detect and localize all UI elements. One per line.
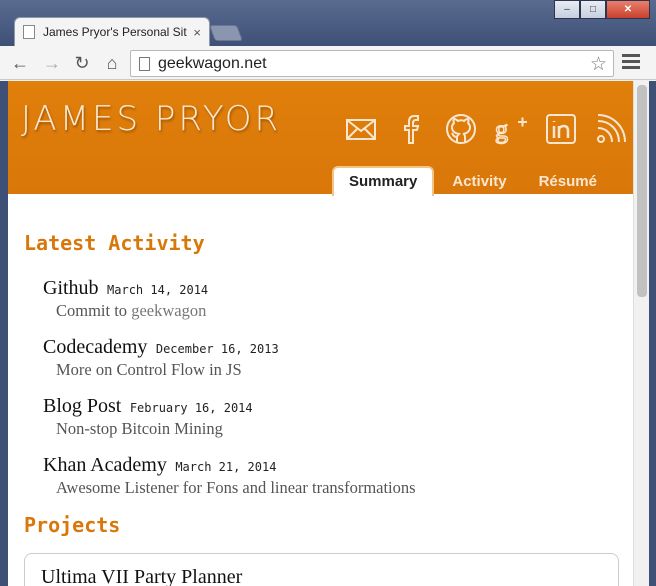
scrollbar-thumb[interactable] bbox=[637, 85, 647, 297]
site-nav-tabs: Summary Activity Résumé bbox=[332, 166, 613, 196]
activity-date: March 21, 2014 bbox=[175, 460, 277, 474]
reload-button[interactable]: ↻ bbox=[70, 51, 94, 75]
activity-title: Blog Post bbox=[43, 395, 122, 417]
activity-description[interactable]: Awesome Listener for Fons and linear tra… bbox=[43, 478, 619, 498]
activity-description[interactable]: Non-stop Bitcoin Mining bbox=[43, 419, 619, 439]
new-tab-button[interactable] bbox=[209, 25, 243, 41]
project-title[interactable]: Ultima VII Party Planner bbox=[41, 566, 602, 586]
page-favicon-icon bbox=[23, 25, 35, 39]
projects-heading: Projects bbox=[24, 513, 121, 537]
list-item: Codecademy December 16, 2013 More on Con… bbox=[43, 336, 619, 380]
list-item: Github March 14, 2014 Commit to geekwago… bbox=[43, 277, 619, 321]
activity-desc-text[interactable]: Non-stop Bitcoin Mining bbox=[56, 419, 223, 438]
forward-button[interactable]: → bbox=[40, 51, 64, 75]
address-bar[interactable]: geekwagon.net ☆ bbox=[130, 50, 614, 77]
activity-title: Codecademy bbox=[43, 336, 148, 358]
minimize-button[interactable]: – bbox=[554, 0, 580, 19]
list-item: Khan Academy March 21, 2014 Awesome List… bbox=[43, 454, 619, 498]
latest-activity-heading: Latest Activity bbox=[24, 231, 205, 255]
tab-activity[interactable]: Activity bbox=[436, 169, 522, 196]
main-content: Latest Activity Github March 14, 2014 Co… bbox=[24, 231, 619, 586]
activity-date: February 16, 2014 bbox=[129, 401, 253, 415]
url-text: geekwagon.net bbox=[158, 54, 267, 72]
social-links: g bbox=[343, 111, 629, 147]
page-icon bbox=[139, 56, 150, 71]
activity-desc-text[interactable]: Awesome Listener for Fons and linear tra… bbox=[56, 478, 416, 497]
site-title[interactable]: JAMES PRYOR bbox=[21, 99, 281, 139]
home-button[interactable]: ⌂ bbox=[100, 51, 124, 75]
tab-close-icon[interactable]: × bbox=[193, 25, 201, 40]
tab-title: James Pryor's Personal Site bbox=[43, 25, 188, 39]
github-icon[interactable] bbox=[443, 111, 479, 147]
tab-summary[interactable]: Summary bbox=[332, 166, 435, 196]
activity-link[interactable]: geekwagon bbox=[131, 301, 206, 320]
window-frame-left bbox=[0, 81, 8, 586]
back-button[interactable]: ← bbox=[8, 51, 32, 75]
browser-toolbar: ← → ↻ ⌂ geekwagon.net ☆ bbox=[0, 46, 656, 80]
browser-tab[interactable]: James Pryor's Personal Site × bbox=[14, 17, 210, 46]
maximize-button[interactable]: □ bbox=[580, 0, 606, 19]
facebook-icon[interactable] bbox=[393, 111, 429, 147]
page-viewport: JAMES PRYOR g Summary Activity Résumé La… bbox=[8, 81, 633, 586]
project-card[interactable]: Ultima VII Party Planner bbox=[24, 553, 619, 586]
close-window-button[interactable]: ✕ bbox=[606, 0, 650, 19]
activity-date: March 14, 2014 bbox=[107, 283, 209, 297]
tab-resume[interactable]: Résumé bbox=[523, 169, 613, 196]
projects-section: Projects Ultima VII Party Planner bbox=[24, 513, 619, 586]
activity-title: Khan Academy bbox=[43, 454, 167, 476]
linkedin-icon[interactable] bbox=[543, 111, 579, 147]
activity-description[interactable]: More on Control Flow in JS bbox=[43, 360, 619, 380]
window-frame-right bbox=[649, 81, 656, 586]
google-plus-icon[interactable]: g bbox=[493, 111, 529, 147]
rss-icon[interactable] bbox=[593, 111, 629, 147]
activity-desc-text: Commit to bbox=[56, 301, 132, 320]
activity-description: Commit to geekwagon bbox=[43, 301, 619, 321]
site-header: JAMES PRYOR g Summary Activity Résumé bbox=[8, 81, 633, 196]
svg-text:g: g bbox=[495, 115, 508, 144]
activity-date: December 16, 2013 bbox=[155, 342, 279, 356]
browser-menu-button[interactable] bbox=[622, 54, 640, 72]
activity-title: Github bbox=[43, 277, 99, 299]
activity-desc-text[interactable]: More on Control Flow in JS bbox=[56, 360, 242, 379]
list-item: Blog Post February 16, 2014 Non-stop Bit… bbox=[43, 395, 619, 439]
bookmark-star-icon[interactable]: ☆ bbox=[590, 53, 607, 76]
window-controls: – □ ✕ bbox=[554, 0, 650, 19]
activity-list: Github March 14, 2014 Commit to geekwago… bbox=[24, 277, 619, 498]
page-scrollbar[interactable] bbox=[633, 81, 649, 586]
window-titlebar: – □ ✕ James Pryor's Personal Site × bbox=[0, 0, 656, 46]
mail-icon[interactable] bbox=[343, 111, 379, 147]
